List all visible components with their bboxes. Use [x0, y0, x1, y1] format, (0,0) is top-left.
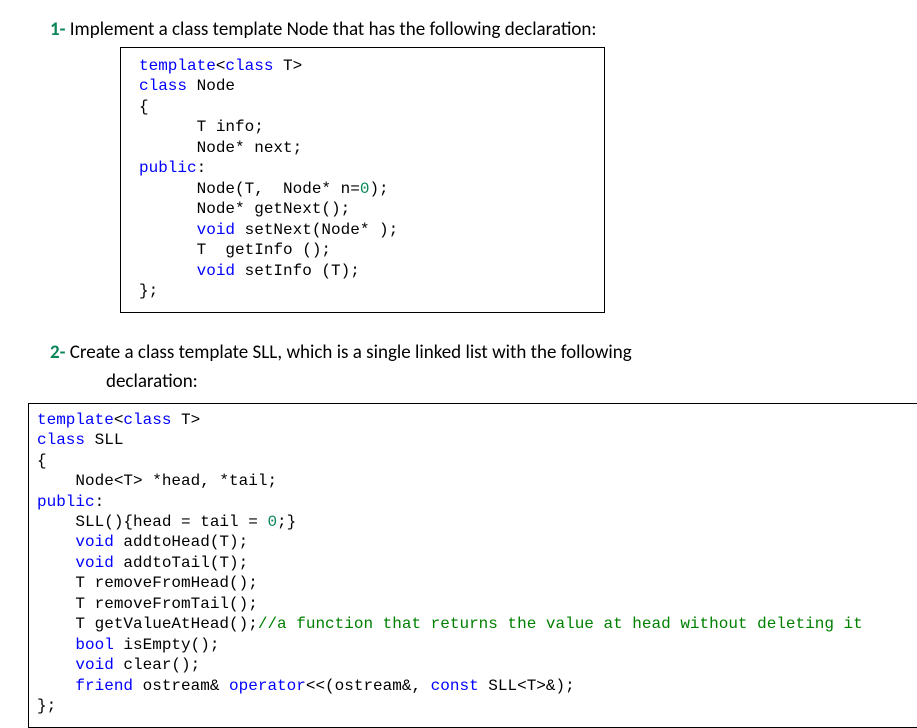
- code1-line4: T info;: [139, 117, 594, 137]
- code1-line2: class Node: [139, 76, 594, 96]
- code2-line10: T removeFromTail();: [37, 594, 917, 614]
- code1-line9: void setNext(Node* );: [139, 220, 594, 240]
- code2-line13: void clear();: [37, 655, 917, 675]
- question-1-number: 1-: [50, 18, 65, 41]
- code1-line8: Node* getNext();: [139, 199, 594, 219]
- code2-line15: };: [37, 696, 917, 716]
- question-1-heading: 1- Implement a class template Node that …: [50, 18, 897, 41]
- code-box-sll: template<class T> class SLL { Node<T> *h…: [28, 403, 917, 728]
- code1-line12: };: [139, 281, 594, 301]
- code2-line7: void addtoHead(T);: [37, 532, 917, 552]
- code2-line11: T getValueAtHead();//a function that ret…: [37, 614, 917, 634]
- code2-line3: {: [37, 451, 917, 471]
- code2-line12: bool isEmpty();: [37, 635, 917, 655]
- question-2-number: 2-: [50, 341, 65, 364]
- code1-line6: public:: [139, 158, 594, 178]
- code2-line2: class SLL: [37, 430, 917, 450]
- code2-line14: friend ostream& operator<<(ostream&, con…: [37, 676, 917, 696]
- code1-line5: Node* next;: [139, 138, 594, 158]
- code-box-node: template<class T> class Node { T info; N…: [120, 47, 605, 313]
- code2-line4: Node<T> *head, *tail;: [37, 471, 917, 491]
- question-2-subheading: declaration:: [106, 370, 897, 393]
- question-2-text: Create a class template SLL, which is a …: [65, 341, 631, 364]
- code1-line10: T getInfo ();: [139, 240, 594, 260]
- code1-line7: Node(T, Node* n=0);: [139, 179, 594, 199]
- code1-line11: void setInfo (T);: [139, 261, 594, 281]
- code2-line5: public:: [37, 492, 917, 512]
- code1-line3: {: [139, 97, 594, 117]
- question-1-text: Implement a class template Node that has…: [65, 18, 596, 41]
- code1-line1: template<class T>: [139, 56, 594, 76]
- code2-line9: T removeFromHead();: [37, 573, 917, 593]
- code2-line1: template<class T>: [37, 410, 917, 430]
- code2-line6: SLL(){head = tail = 0;}: [37, 512, 917, 532]
- code2-line8: void addtoTail(T);: [37, 553, 917, 573]
- question-2-heading: 2- Create a class template SLL, which is…: [50, 341, 897, 364]
